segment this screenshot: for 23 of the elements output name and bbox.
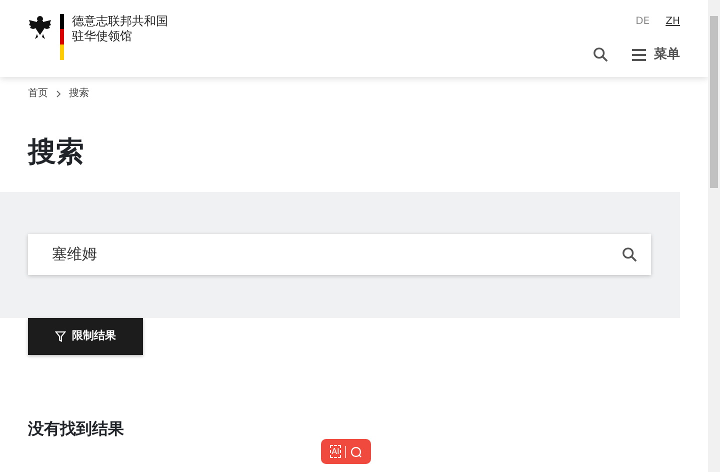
page-title: 搜索 <box>26 134 85 170</box>
results-heading: 没有找到结果 <box>27 418 125 438</box>
search-field[interactable]: 塞维姆 <box>28 234 651 275</box>
menu-button[interactable]: 菜单 <box>632 45 680 64</box>
assistant-button[interactable]: AI <box>321 439 371 464</box>
filter-button[interactable]: 限制结果 <box>28 318 143 355</box>
menu-icon <box>632 48 646 61</box>
chat-icon <box>350 446 362 458</box>
eagle-icon <box>28 14 52 40</box>
filter-icon <box>55 330 66 342</box>
logo-text: 德意志联邦共和国 驻华使领馆 <box>72 14 168 45</box>
chevron-icon <box>56 90 61 98</box>
search-icon <box>593 47 608 62</box>
scrollbar[interactable] <box>708 0 720 472</box>
search-icon <box>622 247 637 262</box>
breadcrumb-current: 搜索 <box>69 86 89 101</box>
breadcrumb-link[interactable]: 首页 <box>28 86 48 101</box>
flag-stripe <box>60 14 64 60</box>
search-input[interactable]: 塞维姆 <box>50 242 622 266</box>
language-link[interactable]: ZH <box>666 14 680 29</box>
scrollbar-thumb[interactable] <box>710 16 718 188</box>
language-link[interactable]: DE <box>636 14 650 29</box>
search-button[interactable] <box>593 47 608 62</box>
